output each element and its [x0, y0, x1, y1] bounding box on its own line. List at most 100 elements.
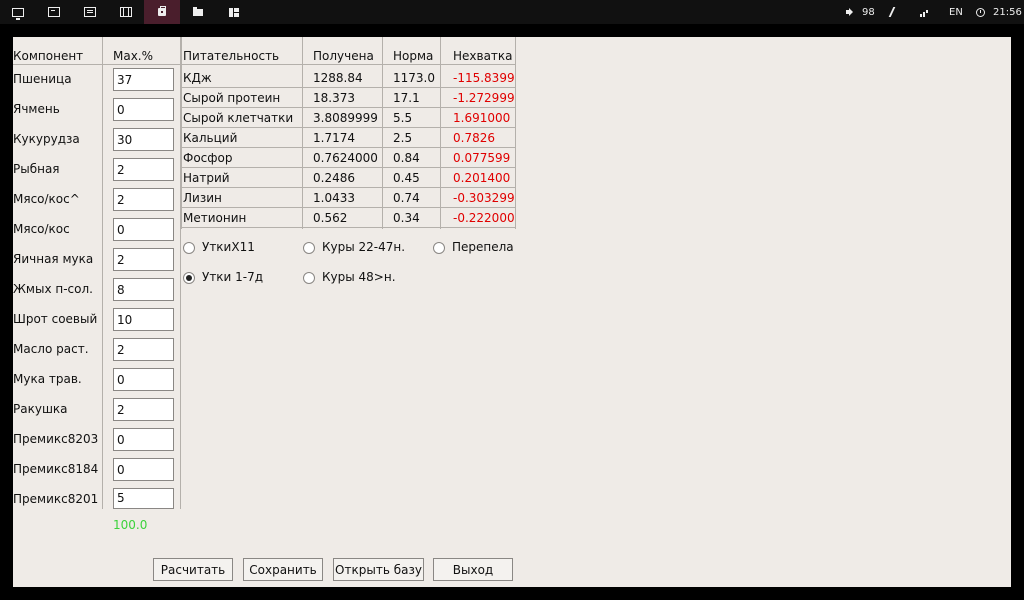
ingredient-label: Мясо/кос	[13, 222, 70, 236]
ingredient-max-input[interactable]	[113, 308, 174, 331]
ingredient-max-input[interactable]	[113, 98, 174, 121]
nutrient-column-divider	[181, 37, 182, 229]
ingredient-max-input[interactable]	[113, 338, 174, 361]
power-icon	[890, 7, 898, 17]
clock-icon	[976, 7, 985, 17]
nutrient-row-divider	[181, 127, 516, 128]
nutrient-deficit: 0.201400	[453, 171, 511, 185]
ingredient-max-input[interactable]	[113, 428, 174, 451]
folder-icon[interactable]	[180, 0, 216, 24]
ingredient-label: Жмых п-сол.	[13, 282, 93, 296]
nutrient-name: Кальций	[183, 131, 238, 145]
ingredient-max-input[interactable]	[113, 248, 174, 271]
language-label: EN	[949, 6, 963, 18]
preset-label[interactable]: Утки 1-7д	[202, 270, 263, 284]
preset-radio[interactable]	[433, 242, 445, 254]
ingredient-label: Шрот соевый	[13, 312, 98, 326]
ingredient-max-input[interactable]	[113, 188, 174, 211]
header-obtained: Получена	[313, 49, 374, 63]
total-percent: 100.0	[113, 518, 148, 532]
monitor-icon[interactable]	[0, 0, 36, 24]
preset-label[interactable]: УткиХ11	[202, 240, 255, 254]
ingredient-label: Премикс8203	[13, 432, 99, 446]
nutrient-column-divider	[515, 37, 516, 229]
ingredient-label: Премикс8201	[13, 492, 99, 506]
ingredient-max-input[interactable]	[113, 368, 174, 391]
nutrient-obtained: 18.373	[313, 91, 355, 105]
nutrient-deficit: 0.077599	[453, 151, 511, 165]
clock-time: 21:56	[993, 6, 1022, 18]
nutrient-norm: 2.5	[393, 131, 413, 145]
ingredient-column-divider	[102, 37, 103, 509]
nutrient-name: Лизин	[183, 191, 222, 205]
nutrient-name: Натрий	[183, 171, 230, 185]
ingredient-header-divider	[13, 64, 181, 65]
nutrient-norm: 17.1	[393, 91, 420, 105]
clock[interactable]: 21:56	[976, 0, 1022, 24]
nutrient-header-divider	[181, 64, 516, 65]
shopping-bag-icon[interactable]	[144, 0, 180, 24]
ingredient-max-input[interactable]	[113, 218, 174, 241]
calculate-button[interactable]: Расчитать	[153, 558, 233, 581]
preset-radio[interactable]	[183, 272, 195, 284]
preset-radio[interactable]	[303, 272, 315, 284]
exit-button[interactable]: Выход	[433, 558, 513, 581]
volume-value: 98	[862, 6, 875, 18]
nutrient-deficit: -0.303299	[453, 191, 515, 205]
preset-label[interactable]: Перепела	[452, 240, 514, 254]
nutrient-name: Сырой клетчатки	[183, 111, 294, 125]
film-icon[interactable]	[108, 0, 144, 24]
nutrient-norm: 1173.0	[393, 71, 435, 85]
nutrient-name: Сырой протеин	[183, 91, 281, 105]
feed-calculator-window: Компонент Max.% Пшеница Ячмень Кукурудза Ры…	[13, 37, 1011, 587]
nutrient-deficit: 1.691000	[453, 111, 511, 125]
list-icon[interactable]	[72, 0, 108, 24]
panels-icon[interactable]	[216, 0, 252, 24]
nutrient-row-divider	[181, 187, 516, 188]
volume-indicator[interactable]: 98	[846, 0, 875, 24]
preset-radio[interactable]	[303, 242, 315, 254]
ingredient-label: Ракушка	[13, 402, 68, 416]
ingredient-max-input[interactable]	[113, 488, 174, 509]
ingredient-max-input[interactable]	[113, 158, 174, 181]
header-max-percent: Max.%	[113, 49, 154, 63]
nutrient-norm: 0.45	[393, 171, 420, 185]
nutrient-norm: 0.74	[393, 191, 420, 205]
ingredient-max-input[interactable]	[113, 278, 174, 301]
preset-label[interactable]: Куры 48>н.	[322, 270, 396, 284]
ingredient-label: Яичная мука	[13, 252, 94, 266]
nutrient-obtained: 1.0433	[313, 191, 355, 205]
ingredient-max-input[interactable]	[113, 128, 174, 151]
nutrient-obtained: 0.7624000	[313, 151, 378, 165]
nutrient-norm: 0.34	[393, 211, 420, 225]
preset-label[interactable]: Куры 22-47н.	[322, 240, 405, 254]
ingredient-max-input[interactable]	[113, 68, 174, 91]
ingredient-max-input[interactable]	[113, 398, 174, 421]
ingredient-label: Масло раст.	[13, 342, 89, 356]
ingredient-label: Мясо/кос^	[13, 192, 80, 206]
nutrient-column-divider	[302, 37, 303, 229]
nutrient-row-divider	[181, 147, 516, 148]
header-nutrient: Питательность	[183, 49, 280, 63]
save-button[interactable]: Сохранить	[243, 558, 323, 581]
nutrient-row-divider	[181, 227, 516, 228]
open-database-button[interactable]: Открыть базу	[333, 558, 424, 581]
nutrient-obtained: 3.8089999	[313, 111, 378, 125]
nutrient-obtained: 0.562	[313, 211, 348, 225]
ingredient-max-input[interactable]	[113, 458, 174, 481]
nutrient-deficit: -1.272999	[453, 91, 515, 105]
network-indicator[interactable]	[920, 0, 930, 24]
nutrient-row-divider	[181, 87, 516, 88]
terminal-icon[interactable]	[36, 0, 72, 24]
nutrient-obtained: 1.7174	[313, 131, 355, 145]
nutrient-deficit: -0.222000	[453, 211, 515, 225]
preset-radio[interactable]	[183, 242, 195, 254]
nutrient-deficit: 0.7826	[453, 131, 495, 145]
nutrient-obtained: 1288.84	[313, 71, 363, 85]
power-indicator[interactable]	[890, 0, 898, 24]
nutrient-obtained: 0.2486	[313, 171, 355, 185]
ingredient-label: Кукурудза	[13, 132, 80, 146]
nutrient-norm: 0.84	[393, 151, 420, 165]
language-indicator[interactable]: EN	[949, 0, 963, 24]
nutrient-row-divider	[181, 167, 516, 168]
